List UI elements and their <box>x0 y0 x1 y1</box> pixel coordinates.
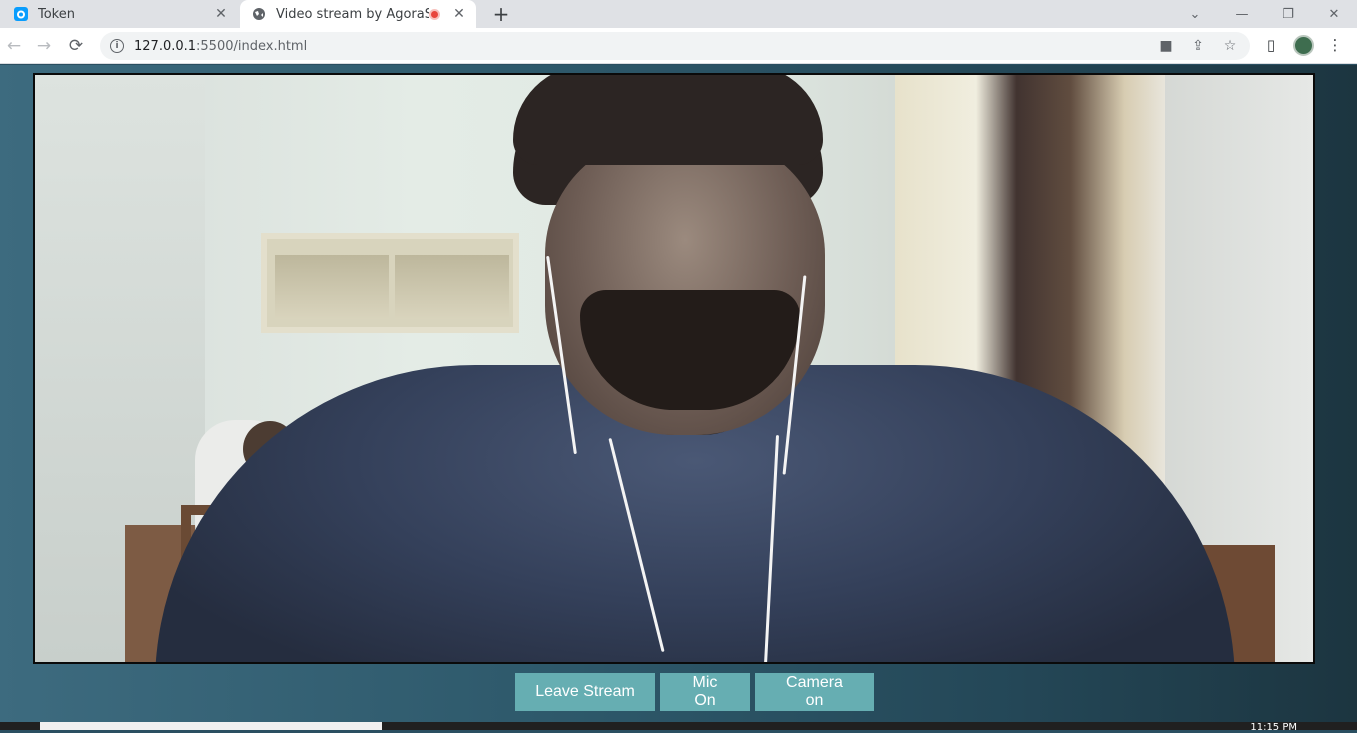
side-panel-icon[interactable]: ▯ <box>1260 34 1282 56</box>
reload-icon[interactable]: ⟳ <box>62 32 90 60</box>
taskbar-active-app[interactable] <box>40 722 382 730</box>
window-close-button[interactable]: ✕ <box>1311 0 1357 28</box>
page-body: Leave Stream Mic On Camera on <box>0 65 1357 722</box>
profile-avatar[interactable] <box>1293 35 1314 56</box>
url-path: :5500/index.html <box>196 38 308 54</box>
tab-strip: Token ✕ Video stream by AgoraSdk ✕ + ⌄ —… <box>0 0 1357 28</box>
url-text: 127.0.0.1:5500/index.html <box>134 39 307 54</box>
tab-close-icon[interactable]: ✕ <box>450 6 468 22</box>
leave-stream-button[interactable]: Leave Stream <box>515 673 655 711</box>
address-bar[interactable]: i 127.0.0.1:5500/index.html ■ ⇪ ☆ <box>100 32 1250 60</box>
mic-toggle-button[interactable]: Mic On <box>660 673 750 711</box>
globe-icon <box>252 7 266 21</box>
tab-token[interactable]: Token ✕ <box>0 0 238 28</box>
minimize-button[interactable]: — <box>1219 0 1265 28</box>
back-arrow-icon[interactable]: ← <box>0 32 28 60</box>
os-taskbar: 11:15 PM <box>0 722 1357 733</box>
local-video-stream <box>33 73 1315 664</box>
camera-toggle-button[interactable]: Camera on <box>755 673 874 711</box>
tab-title: Video stream by AgoraSdk <box>276 6 429 22</box>
tab-title: Token <box>38 6 75 22</box>
camera-in-use-icon[interactable]: ■ <box>1156 36 1176 56</box>
stream-controls: Leave Stream Mic On Camera on <box>0 673 1357 713</box>
browser-menu-icon[interactable]: ⋮ <box>1324 34 1346 56</box>
bookmark-star-icon[interactable]: ☆ <box>1220 36 1240 56</box>
taskbar-clock: 11:15 PM <box>1250 722 1297 733</box>
forward-arrow-icon[interactable]: → <box>30 32 58 60</box>
url-host: 127.0.0.1 <box>134 38 197 54</box>
agora-icon <box>14 7 28 21</box>
new-tab-button[interactable]: + <box>490 2 512 26</box>
background-window <box>261 233 519 333</box>
browser-toolbar: ← → ⟳ i 127.0.0.1:5500/index.html ■ ⇪ ☆ … <box>0 28 1357 64</box>
tab-search-icon[interactable]: ⌄ <box>1172 0 1218 28</box>
recording-indicator-icon <box>429 8 440 20</box>
share-icon[interactable]: ⇪ <box>1188 36 1208 56</box>
restore-button[interactable]: ❐ <box>1265 0 1311 28</box>
tab-video-stream[interactable]: Video stream by AgoraSdk ✕ <box>240 0 476 28</box>
tab-close-icon[interactable]: ✕ <box>212 6 230 22</box>
site-info-icon[interactable]: i <box>110 39 124 53</box>
